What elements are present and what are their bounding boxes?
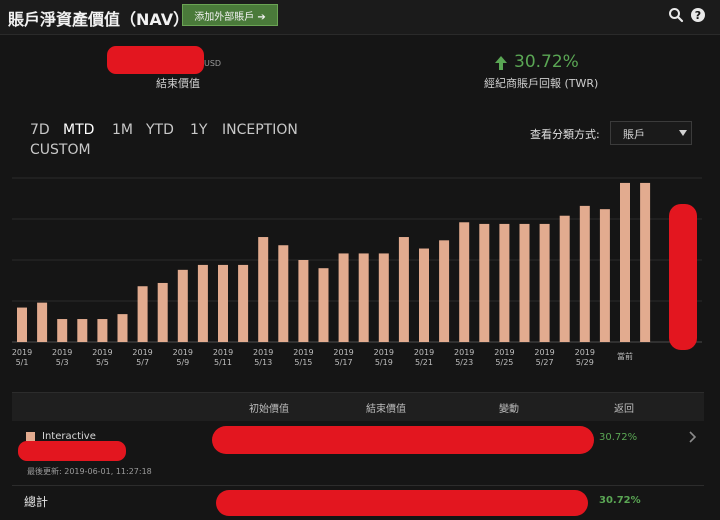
total-values-redacted	[216, 490, 588, 516]
bar[interactable]	[17, 307, 27, 342]
x-tick-label: 2019 5/13	[253, 348, 273, 367]
x-tick-label: 2019 5/21	[414, 348, 434, 367]
arrow-up-icon	[495, 56, 507, 70]
tab-1y[interactable]: 1Y	[190, 122, 207, 138]
bar[interactable]	[298, 260, 309, 342]
twr-label: 經紀商賬戶回報 (TWR)	[484, 77, 599, 90]
bar[interactable]	[439, 240, 450, 342]
view-by-selected: 賬戶	[623, 128, 645, 141]
caret-down-icon[interactable]	[679, 130, 687, 136]
chevron-right-icon[interactable]	[689, 431, 697, 443]
bar[interactable]	[238, 264, 249, 342]
last-updated: 最後更新: 2019-06-01, 11:27:18	[27, 467, 152, 476]
twr-value: 30.72%	[514, 52, 579, 72]
x-tick-label: 2019 5/11	[213, 348, 233, 367]
tab-inception[interactable]: INCEPTION	[222, 122, 298, 138]
tab-custom[interactable]: CUSTOM	[30, 142, 91, 158]
tab-1m[interactable]: 1M	[112, 122, 133, 138]
svg-text:?: ?	[695, 9, 701, 22]
x-tick-label: 2019 5/17	[333, 348, 353, 367]
bar[interactable]	[640, 182, 651, 342]
page-title: 賬戶淨資產價值（NAV）	[8, 10, 190, 29]
x-tick-label: 2019 5/1	[12, 348, 32, 367]
bar[interactable]	[57, 319, 68, 342]
chart-value-redacted	[669, 204, 697, 350]
bar[interactable]	[278, 245, 289, 342]
nav-bar-chart: 2019 5/1 2019 5/3 2019 5/5 2019 5/7 2019 5/9 2019 5…	[12, 177, 702, 367]
bar[interactable]	[398, 237, 409, 342]
bar[interactable]	[559, 215, 570, 342]
bar[interactable]	[117, 314, 128, 342]
row-return: 30.72%	[599, 432, 638, 443]
bar[interactable]	[419, 248, 429, 342]
x-tick-label: 2019 5/9	[173, 348, 193, 367]
col-return: 返回	[614, 404, 634, 415]
bar[interactable]	[97, 319, 108, 342]
bar[interactable]	[519, 223, 530, 342]
bar[interactable]	[177, 269, 188, 342]
total-return: 30.72%	[599, 495, 641, 506]
nav-value-redacted	[107, 46, 204, 74]
bar[interactable]	[258, 237, 269, 342]
row-divider	[12, 485, 704, 486]
x-tick-label: 當前	[617, 351, 633, 361]
bar[interactable]	[620, 182, 630, 342]
bar[interactable]	[459, 222, 470, 342]
bar[interactable]	[599, 209, 610, 342]
x-tick-label: 2019 5/23	[454, 348, 474, 367]
help-icon[interactable]: ?	[690, 7, 706, 23]
bar[interactable]	[157, 282, 168, 342]
x-tick-label: 2019 5/25	[494, 348, 514, 367]
account-id-redacted	[18, 441, 126, 461]
bar[interactable]	[318, 268, 329, 342]
bar[interactable]	[479, 223, 490, 342]
nav-currency: USD	[204, 59, 222, 68]
table-header	[12, 392, 704, 421]
bar[interactable]	[499, 223, 510, 342]
view-by-label: 查看分類方式:	[530, 128, 600, 141]
bar[interactable]	[218, 264, 228, 342]
tab-mtd[interactable]: MTD	[63, 122, 94, 138]
add-external-account-button[interactable]: 添加外部賬戶 ➔	[182, 4, 278, 26]
row-values-redacted	[212, 426, 594, 454]
x-tick-label: 2019 5/27	[534, 348, 554, 367]
x-tick-label: 2019 5/19	[374, 348, 394, 367]
x-tick-label: 2019 5/7	[132, 348, 152, 367]
bar[interactable]	[77, 319, 88, 342]
bar[interactable]	[378, 253, 389, 342]
bar[interactable]	[579, 205, 590, 342]
bar[interactable]	[137, 286, 148, 342]
tab-ytd[interactable]: YTD	[146, 122, 174, 138]
col-change: 變動	[499, 404, 519, 415]
x-tick-label: 2019 5/5	[92, 348, 112, 367]
bar[interactable]	[358, 253, 369, 342]
bar[interactable]	[197, 264, 208, 342]
bar[interactable]	[539, 223, 550, 342]
x-tick-label: 2019 5/29	[575, 348, 595, 367]
x-tick-label: 2019 5/15	[293, 348, 313, 367]
bar[interactable]	[37, 302, 48, 342]
col-initial-value: 初始價值	[249, 404, 289, 415]
series-swatch	[26, 432, 35, 441]
nav-label: 結束價值	[156, 77, 200, 90]
x-tick-label: 2019 5/3	[52, 348, 72, 367]
col-end-value: 結束價值	[366, 404, 406, 415]
total-label: 總計	[24, 495, 49, 509]
tab-7d[interactable]: 7D	[30, 122, 50, 138]
search-icon[interactable]	[668, 7, 684, 23]
bar[interactable]	[338, 253, 349, 342]
